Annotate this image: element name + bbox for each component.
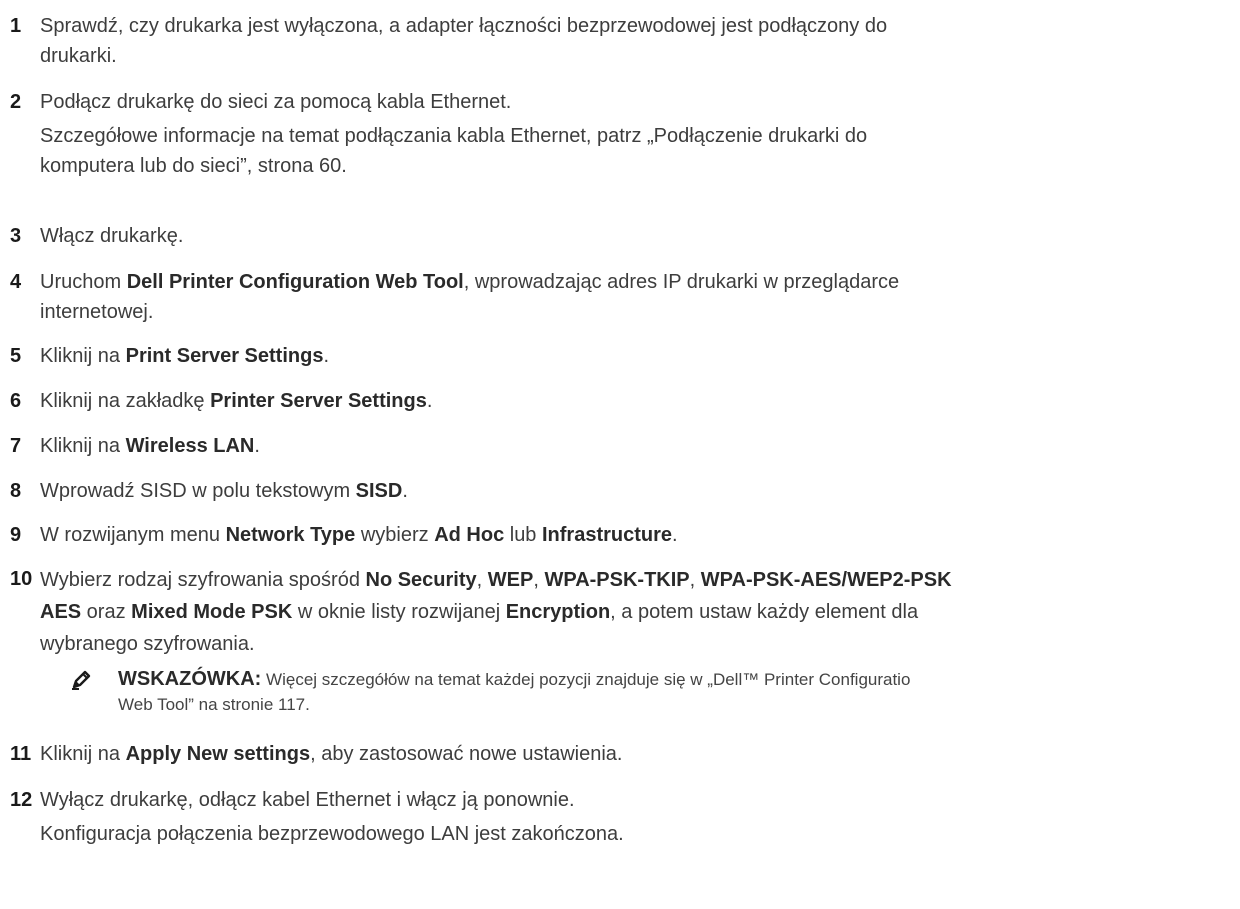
step-number: 1 — [10, 15, 22, 37]
step-text: Sprawdź, czy drukarka jest wyłączona, a … — [40, 11, 1230, 71]
step-number: 4 — [10, 271, 22, 293]
step-text-line: Wybierz rodzaj szyfrowania spośród No Se… — [40, 564, 1230, 596]
step-text: Włącz drukarkę. — [40, 221, 1230, 251]
text-run: Więcej szczegółów na temat każdej pozycj… — [261, 670, 911, 689]
step-number: 3 — [10, 225, 22, 247]
step-number: 10 — [10, 568, 33, 590]
text-run: . — [254, 435, 260, 457]
step-number: 2 — [10, 91, 22, 113]
ui-term: Mixed Mode PSK — [131, 601, 293, 623]
text-run: Wprowadź SISD w polu tekstowym — [40, 480, 356, 502]
text-run: oraz — [81, 601, 132, 623]
ui-term: WPA-PSK-TKIP — [544, 569, 690, 591]
tip-text-line: Web Tool” na stronie 117. — [118, 695, 310, 714]
step-text: Kliknij na Apply New settings, aby zasto… — [40, 739, 1230, 769]
step-text: Wprowadź SISD w polu tekstowym SISD. — [40, 476, 1230, 506]
text-run: , a potem ustaw każdy element dla — [610, 601, 919, 623]
step-text-line: Kliknij na Print Server Settings. — [40, 341, 1230, 371]
text-run: , — [476, 569, 488, 591]
text-run: , wprowadzając adres IP drukarki w przeg… — [463, 271, 900, 293]
step-text-line: W rozwijanym menu Network Type wybierz A… — [40, 520, 1230, 550]
text-run: , — [689, 569, 701, 591]
pencil-note-icon-graphic — [72, 670, 91, 690]
step-subtext-line: komputera lub do sieci”, strona 60. — [40, 155, 347, 177]
step-number: 11 — [10, 743, 32, 765]
step-text: Wyłącz drukarkę, odłącz kabel Ethernet i… — [40, 785, 1230, 849]
text-run: lub — [504, 524, 542, 546]
text-run: wybierz — [355, 524, 435, 546]
ui-term: Printer Server Settings — [210, 390, 427, 412]
step-number: 8 — [10, 480, 22, 502]
ui-term: No Security — [365, 569, 477, 591]
tip-label: WSKAZÓWKA: — [118, 668, 262, 690]
step-text-line: Wprowadź SISD w polu tekstowym SISD. — [40, 476, 1230, 506]
text-run: Wybierz rodzaj szyfrowania spośród — [40, 569, 366, 591]
step-text-line: wybranego szyfrowania. — [40, 633, 255, 655]
ui-term: WEP — [487, 569, 534, 591]
ui-term: Wireless LAN — [125, 435, 255, 457]
text-run: . — [402, 480, 408, 502]
step-text-line: Kliknij na Apply New settings, aby zasto… — [40, 739, 1230, 769]
text-run: Kliknij na — [40, 743, 126, 765]
step-number: 7 — [10, 435, 22, 457]
step-number: 9 — [10, 524, 22, 546]
step-text-line: internetowej. — [40, 301, 154, 323]
text-run: . — [672, 524, 678, 546]
step-text-line: Wyłącz drukarkę, odłącz kabel Ethernet i… — [40, 789, 575, 811]
ui-term: Print Server Settings — [125, 345, 324, 367]
ui-term: Dell Printer Configuration Web Tool — [126, 271, 464, 293]
tip-text: WSKAZÓWKA: Więcej szczegółów na temat ka… — [118, 667, 910, 717]
step-text-line: Kliknij na Wireless LAN. — [40, 431, 1230, 461]
step-text-line: Włącz drukarkę. — [40, 225, 184, 247]
text-run: Kliknij na zakładkę — [40, 390, 211, 412]
step-text: Uruchom Dell Printer Configuration Web T… — [40, 267, 1230, 327]
ui-term: AES — [40, 601, 82, 623]
ui-term: Ad Hoc — [434, 524, 505, 546]
step-text: Kliknij na Wireless LAN. — [40, 431, 1230, 461]
step-text-line: Konfiguracja połączenia bezprzewodowego … — [40, 823, 624, 845]
ui-term: Infrastructure — [542, 524, 673, 546]
ui-term: Network Type — [225, 524, 356, 546]
document-page: 1 Sprawdź, czy drukarka jest wyłączona, … — [0, 0, 1240, 909]
tip-text-line: WSKAZÓWKA: Więcej szczegółów na temat ka… — [118, 667, 910, 692]
step-subtext-line: Szczegółowe informacje na temat podłącza… — [40, 125, 868, 147]
pencil-note-icon — [70, 669, 92, 691]
text-run: , — [533, 569, 545, 591]
text-run: . — [323, 345, 330, 367]
step-text-line: Podłącz drukarkę do sieci za pomocą kabl… — [40, 91, 512, 113]
step-text-line: Uruchom Dell Printer Configuration Web T… — [40, 267, 1230, 297]
ui-term: WPA-PSK-AES/WEP2-PSK — [700, 569, 952, 591]
text-run: W rozwijanym menu — [40, 524, 226, 546]
text-run: , aby zastosować nowe ustawienia. — [310, 743, 623, 765]
step-text: Kliknij na Print Server Settings. — [40, 341, 1230, 371]
step-text: Podłącz drukarkę do sieci za pomocą kabl… — [40, 87, 1230, 181]
text-run: Kliknij na — [40, 345, 126, 367]
step-text-line: AES oraz Mixed Mode PSK w oknie listy ro… — [40, 596, 1230, 628]
step-number: 6 — [10, 390, 22, 412]
text-run: Kliknij na — [40, 435, 126, 457]
step-text: Wybierz rodzaj szyfrowania spośród No Se… — [40, 564, 1230, 660]
step-number: 12 — [10, 789, 33, 811]
ui-term: SISD — [355, 480, 403, 502]
step-text: W rozwijanym menu Network Type wybierz A… — [40, 520, 1230, 550]
text-run: Uruchom — [40, 271, 127, 293]
step-text-line: drukarki. — [40, 45, 117, 67]
ui-term: Encryption — [505, 601, 611, 623]
step-text-line: Kliknij na zakładkę Printer Server Setti… — [40, 386, 1230, 416]
text-run: . — [426, 390, 433, 412]
text-run: w oknie listy rozwijanej — [292, 601, 506, 623]
step-text: Kliknij na zakładkę Printer Server Setti… — [40, 386, 1230, 416]
step-text-line: Sprawdź, czy drukarka jest wyłączona, a … — [40, 15, 888, 37]
step-number: 5 — [10, 345, 22, 367]
ui-term: Apply New settings — [125, 743, 311, 765]
